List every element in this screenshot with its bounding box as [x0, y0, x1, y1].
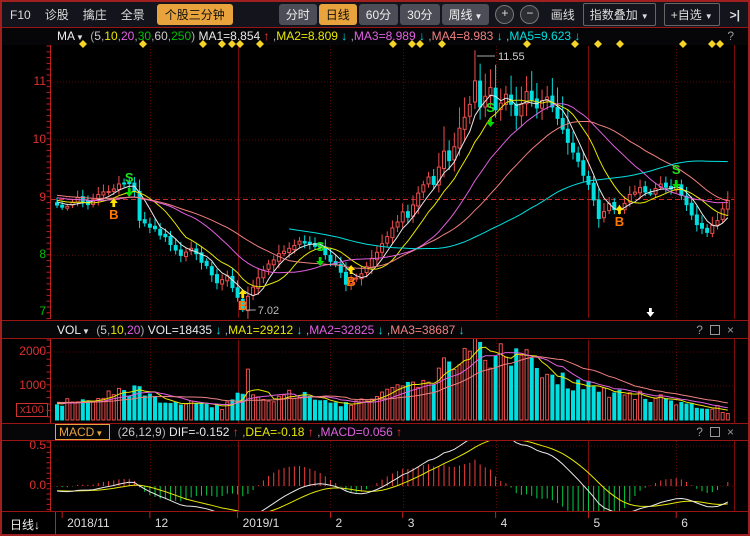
indicator-value: MACD=0.056 [320, 425, 396, 439]
help-icon[interactable]: ? [696, 425, 703, 439]
chevron-down-icon: ▼ [76, 33, 84, 42]
date-label: 6 [681, 516, 688, 530]
indicator-value: MA1=29212 [228, 323, 296, 337]
top-toolbar: F10 诊股擒庄全景 个股三分钟 分时日线60分30分周线▼ + − 画线 指数叠… [2, 2, 748, 27]
param-12: 12 [138, 425, 151, 439]
indicator-value: MA3=8.989 [354, 29, 419, 43]
param-5: 5 [100, 323, 107, 337]
help-icon[interactable]: ? [696, 323, 703, 337]
period-周线[interactable]: 周线▼ [442, 4, 490, 25]
param-5: 5 [94, 29, 101, 43]
close-icon[interactable]: × [727, 323, 734, 337]
axis-tick-label: 10 [0, 132, 46, 146]
indicator-value: MA2=32825 [309, 323, 377, 337]
axis-tick-label: 9 [0, 190, 46, 204]
period-selector: 分时日线60分30分周线▼ [279, 4, 490, 25]
chevron-down-icon: ▼ [82, 327, 90, 336]
add-watchlist-dropdown[interactable]: +自选▼ [664, 3, 720, 26]
arrow-down-icon: ↓ [34, 518, 40, 532]
toolbar-item-1[interactable]: 诊股 [45, 8, 69, 22]
volume-unit-label: x100 [16, 403, 48, 417]
macd-indicator-row: MACD▼ (26,12,9) DIF=-0.152 ↑ ,DEA=-0.18 … [2, 424, 748, 440]
period-indicator[interactable]: 日线↓ [10, 516, 40, 533]
zoom-in-button[interactable]: + [495, 5, 514, 24]
chevron-down-icon: ▼ [705, 12, 713, 21]
toolbar-item-2[interactable]: 擒庄 [83, 8, 107, 22]
param-26: 26 [122, 425, 135, 439]
param-60: 60 [154, 29, 167, 43]
main-price-chart[interactable] [51, 46, 734, 318]
date-label: 4 [501, 516, 508, 530]
param-250: 250 [171, 29, 191, 43]
index-overlay-dropdown[interactable]: 指数叠加▼ [583, 3, 656, 26]
indicator-value: MA3=38687 [390, 323, 458, 337]
axis-tick-label: 1000 [0, 378, 46, 392]
collapse-panel-icon[interactable]: >| [730, 8, 740, 22]
period-日线[interactable]: 日线 [319, 4, 357, 25]
chevron-down-icon: ▼ [95, 429, 103, 438]
axis-tick-label: 11 [0, 74, 46, 88]
toolbar-item-3[interactable]: 全景 [121, 8, 145, 22]
date-label: 2018/11 [67, 516, 110, 530]
date-label: 5 [593, 516, 600, 530]
axis-tick-label: 8 [0, 247, 46, 261]
close-icon[interactable]: × [727, 425, 734, 439]
indicator-value: DIF=-0.152 [169, 425, 233, 439]
param-30: 30 [138, 29, 151, 43]
volume-indicator-row: VOL▼ (5,10,20) VOL=18435 ↓ ,MA1=29212 ↓ … [2, 321, 748, 338]
period-分时[interactable]: 分时 [279, 4, 317, 25]
ma-dropdown[interactable]: MA▼ [57, 29, 87, 43]
trend-down-icon: ↓ [574, 29, 580, 43]
indicator-value: MA1=8.854 [198, 29, 263, 43]
stock-3min-button[interactable]: 个股三分钟 [157, 4, 233, 25]
axis-tick-label: 2000 [0, 344, 46, 358]
chevron-down-icon: ▼ [475, 12, 483, 21]
trend-down-icon: ↓ [459, 323, 465, 337]
volume-chart[interactable] [51, 340, 734, 423]
ma-indicator-row: MA▼ (5,10,20,30,60,250) MA1=8.854 ↑ ,MA2… [2, 27, 748, 45]
indicator-value: MA2=8.809 [276, 29, 341, 43]
date-label: 3 [408, 516, 415, 530]
indicator-value: MA4=8.983 [432, 29, 497, 43]
period-60分[interactable]: 60分 [359, 4, 398, 25]
draw-line-button[interactable]: 画线 [551, 6, 575, 23]
date-label: 2019/1 [243, 516, 280, 530]
macd-chart[interactable] [51, 441, 734, 511]
maximize-icon[interactable] [710, 325, 720, 335]
param-9: 9 [155, 425, 162, 439]
toolbar-item-0[interactable]: F10 [10, 8, 31, 22]
axis-tick-label: 0.5 [0, 438, 46, 452]
indicator-value: DEA=-0.18 [245, 425, 307, 439]
date-label: 2 [335, 516, 342, 530]
param-20: 20 [121, 29, 134, 43]
macd-dropdown[interactable]: MACD▼ [55, 424, 110, 440]
toolbar-right-group: 画线 指数叠加▼ +自选▼ >| [543, 3, 748, 26]
param-10: 10 [104, 29, 117, 43]
vol-dropdown[interactable]: VOL▼ [57, 323, 93, 337]
time-axis-bar: 日线↓ 2018/11 12 2019/1 2 3 4 5 6 [2, 512, 748, 534]
help-icon[interactable]: ? [727, 29, 734, 43]
date-label: 12 [155, 516, 168, 530]
param-20: 20 [127, 323, 140, 337]
toolbar-left-group: F10 诊股擒庄全景 [2, 6, 145, 23]
trend-up-icon: ↑ [396, 425, 402, 439]
axis-tick-label: 7 [0, 304, 46, 318]
chevron-down-icon: ▼ [641, 12, 649, 21]
indicator-value: VOL=18435 [148, 323, 216, 337]
period-30分[interactable]: 30分 [400, 4, 439, 25]
stock-chart-window: F10 诊股擒庄全景 个股三分钟 分时日线60分30分周线▼ + − 画线 指数叠… [0, 0, 750, 536]
maximize-icon[interactable] [710, 427, 720, 437]
indicator-value: MA5=9.623 [509, 29, 574, 43]
zoom-out-button[interactable]: − [520, 5, 539, 24]
axis-tick-label: 0.0 [0, 478, 46, 492]
param-10: 10 [110, 323, 123, 337]
